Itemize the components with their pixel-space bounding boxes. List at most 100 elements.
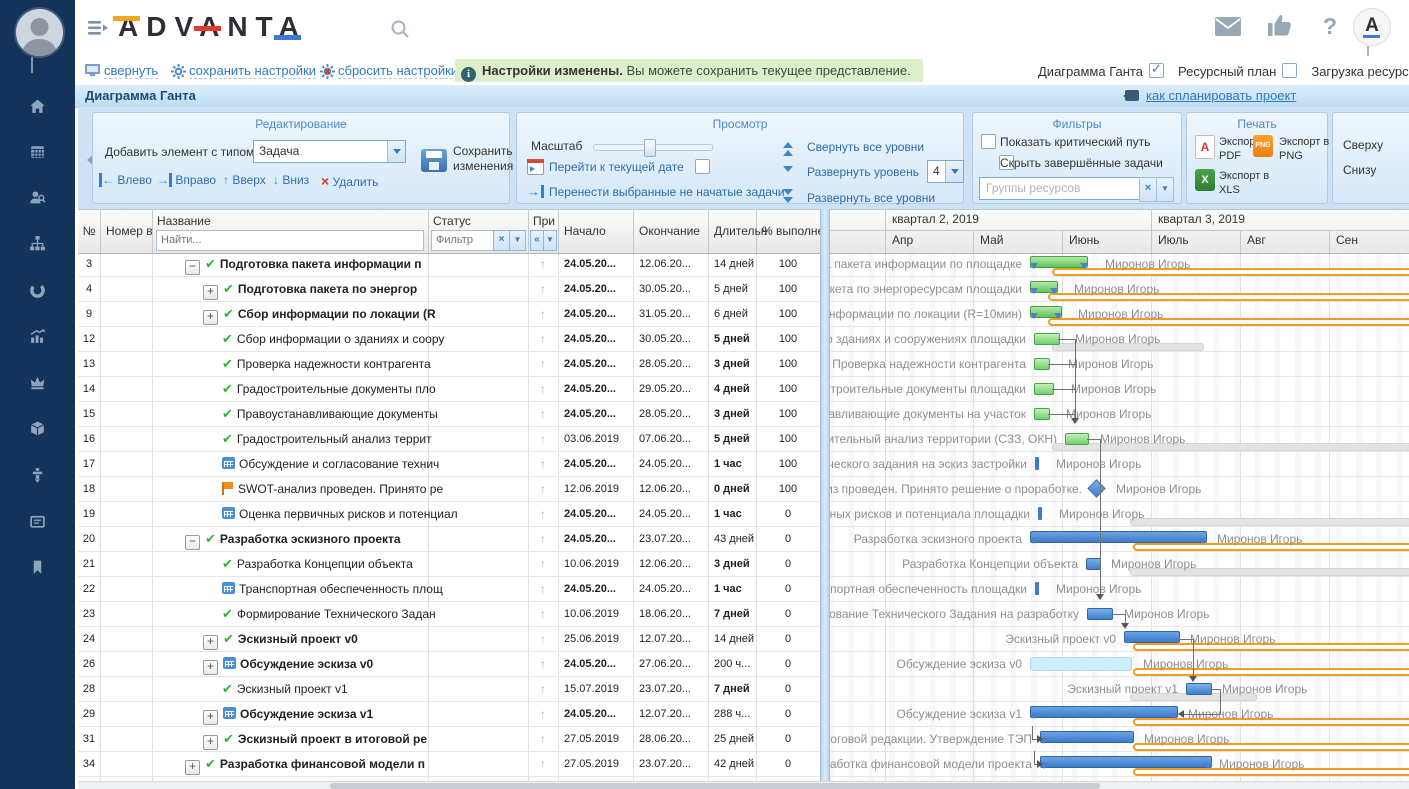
collapse-toggle[interactable]: − xyxy=(185,260,200,275)
priority-cell[interactable]: ↑ xyxy=(528,752,558,776)
statistics-icon[interactable] xyxy=(0,327,75,345)
priority-cell[interactable]: ↑ xyxy=(528,377,558,401)
expand-all-link[interactable]: Развернуть все уровни xyxy=(807,191,935,205)
save-changes-icon[interactable] xyxy=(421,149,447,172)
col-priority[interactable]: При xyxy=(533,214,555,228)
table-row[interactable]: 3−✔Подготовка пакета информации пВ РАБОТ… xyxy=(78,252,1409,277)
scrollbar-thumb[interactable] xyxy=(330,783,1100,789)
priority-cell[interactable]: ↑ xyxy=(528,727,558,751)
ribbon-collapse-button[interactable] xyxy=(78,107,91,209)
grid-gantt-splitter[interactable] xyxy=(820,209,830,789)
table-row[interactable]: 15✔Правоустанавливающие документыВ РАБОТ… xyxy=(78,402,1409,427)
priority-cell[interactable]: ↑ xyxy=(528,352,558,376)
gantt-bar-gsum[interactable] xyxy=(1030,256,1088,268)
priority-cell[interactable]: ↑ xyxy=(528,427,558,451)
task-name-cell[interactable]: +✔Разработка финансовой модели п xyxy=(152,752,461,776)
export-xls-button[interactable]: Экспорт вXLS xyxy=(1219,169,1269,197)
gantt-bar-gtask[interactable] xyxy=(1065,433,1089,445)
table-row[interactable]: 19Оценка первичных рисков и потенциалВ Р… xyxy=(78,502,1409,527)
gantt-bar-gtask[interactable] xyxy=(1034,408,1050,420)
calendar-icon[interactable] xyxy=(0,142,75,160)
save-settings-icon[interactable] xyxy=(171,64,186,82)
gantt-bar-gsum[interactable] xyxy=(1030,306,1062,318)
chevron-down-icon[interactable]: ▼ xyxy=(509,230,526,251)
collapse-panel-icon[interactable] xyxy=(85,64,100,80)
expand-toggle[interactable]: + xyxy=(203,660,218,675)
priority-cell[interactable]: ↑ xyxy=(528,552,558,576)
table-row[interactable]: 17Обсуждение и согласование техничВ РАБО… xyxy=(78,452,1409,477)
menu-icon[interactable] xyxy=(88,20,110,39)
gantt-bar-bsum[interactable] xyxy=(1040,756,1212,768)
goto-date-checkbox[interactable] xyxy=(695,159,710,174)
products-icon[interactable] xyxy=(0,419,75,437)
gantt-bar-diamond[interactable] xyxy=(1087,479,1105,497)
crown-icon[interactable] xyxy=(0,373,75,391)
gantt-bar-bsum[interactable] xyxy=(1030,706,1178,718)
position-bottom-option[interactable]: Снизу xyxy=(1343,163,1376,177)
table-row[interactable]: 28✔Эскизный проект v1В РАБОТЕ↑15.07.2019… xyxy=(78,677,1409,702)
col-end[interactable]: Окончание xyxy=(639,210,700,253)
table-row[interactable]: 23✔Формирование Технического ЗаданВ РАБО… xyxy=(78,602,1409,627)
collapse-all-link[interactable]: Свернуть все уровни xyxy=(807,140,924,154)
video-help-icon[interactable] xyxy=(1125,90,1139,101)
users-icon[interactable] xyxy=(0,188,75,206)
удалить-button[interactable]: × Удалить xyxy=(321,173,378,189)
reset-settings-icon[interactable] xyxy=(320,64,335,82)
priority-cell[interactable]: ↑ xyxy=(528,627,558,651)
reset-settings-link[interactable]: сбросить настройки xyxy=(338,63,458,79)
priority-cell[interactable]: ↑ xyxy=(528,677,558,701)
expand-level-select[interactable]: 4 xyxy=(927,160,964,183)
chevron-down-icon[interactable] xyxy=(945,161,963,182)
advanta-logo[interactable]: ADVANTA xyxy=(118,11,307,43)
col-start[interactable]: Начало xyxy=(564,210,606,253)
priority-cell[interactable]: ↑ xyxy=(528,477,558,501)
table-row[interactable]: 13✔Проверка надежности контрагентаВ РАБО… xyxy=(78,352,1409,377)
вверх-button[interactable]: ↑ Вверх xyxy=(223,173,266,187)
col-num[interactable]: № xyxy=(78,210,100,253)
bookmark-icon[interactable] xyxy=(0,558,75,576)
mail-icon[interactable] xyxy=(1215,17,1241,39)
news-icon[interactable] xyxy=(0,512,75,530)
gantt-bar-gtask[interactable] xyxy=(1034,358,1050,370)
how-to-plan-link[interactable]: как спланировать проект xyxy=(1146,88,1296,103)
table-row[interactable]: 34+✔Разработка финансовой модели пВ РАБО… xyxy=(78,752,1409,777)
gantt-bar-bsum[interactable] xyxy=(1030,531,1207,543)
expand-toggle[interactable]: + xyxy=(185,760,200,775)
влево-button[interactable]: ← Влево xyxy=(99,173,152,187)
table-row[interactable]: 9+✔Сбор информации по локации (RВ РАБОТЕ… xyxy=(78,302,1409,327)
gantt-bar-btask[interactable] xyxy=(1087,608,1113,620)
table-row[interactable]: 14✔Градостроительные документы плоВ РАБО… xyxy=(78,377,1409,402)
col-name[interactable]: Название xyxy=(157,214,211,228)
chevron-down-icon[interactable] xyxy=(387,141,405,162)
avatar-chevron-icon[interactable] xyxy=(31,57,40,66)
table-row[interactable]: 22Транспортная обеспеченность площВ РАБО… xyxy=(78,577,1409,602)
вправо-button[interactable]: → Вправо xyxy=(157,173,216,187)
gantt-bar-gtask[interactable] xyxy=(1034,383,1054,395)
вниз-button[interactable]: ↓ Вниз xyxy=(273,173,309,187)
priority-cell[interactable]: ↑ xyxy=(528,277,558,301)
table-row[interactable]: 12✔Сбор информации о зданиях и сооруВ РА… xyxy=(78,327,1409,352)
priority-cell[interactable]: ↑ xyxy=(528,452,558,476)
gantt-bar-bsum[interactable] xyxy=(1040,731,1134,743)
horizontal-scrollbar[interactable] xyxy=(78,781,1409,789)
clear-filter-icon[interactable]: × xyxy=(1139,177,1157,202)
view-toggle-checkbox[interactable] xyxy=(1282,63,1297,78)
col-number-in[interactable]: Номер в xyxy=(106,210,153,253)
priority-cell[interactable]: ↑ xyxy=(528,702,558,726)
gantt-bar-gtask[interactable] xyxy=(1034,333,1060,345)
resource-groups-combo[interactable]: Группы ресурсов xyxy=(979,177,1141,200)
table-row[interactable]: 21✔Разработка Концепции объектаВ РАБОТЕ↑… xyxy=(78,552,1409,577)
gantt-bar-tick[interactable] xyxy=(1035,457,1039,470)
expand-level-link[interactable]: Развернуть уровень xyxy=(807,165,919,179)
expand-level-icon[interactable] xyxy=(783,166,795,174)
status-filter-input[interactable] xyxy=(431,230,495,251)
profile-menu-icon[interactable]: A xyxy=(1353,8,1391,46)
element-type-select[interactable]: Задача xyxy=(253,140,406,163)
pie-chart-icon[interactable] xyxy=(0,281,75,299)
expand-toggle[interactable]: + xyxy=(203,710,218,725)
xls-icon[interactable]: X xyxy=(1195,169,1215,191)
expand-toggle[interactable]: + xyxy=(203,285,218,300)
table-row[interactable]: 31+✔Эскизный проект в итоговой реВ РАБОТ… xyxy=(78,727,1409,752)
gantt-bar-cyan[interactable] xyxy=(1030,657,1132,671)
col-status[interactable]: Статус xyxy=(433,214,471,228)
